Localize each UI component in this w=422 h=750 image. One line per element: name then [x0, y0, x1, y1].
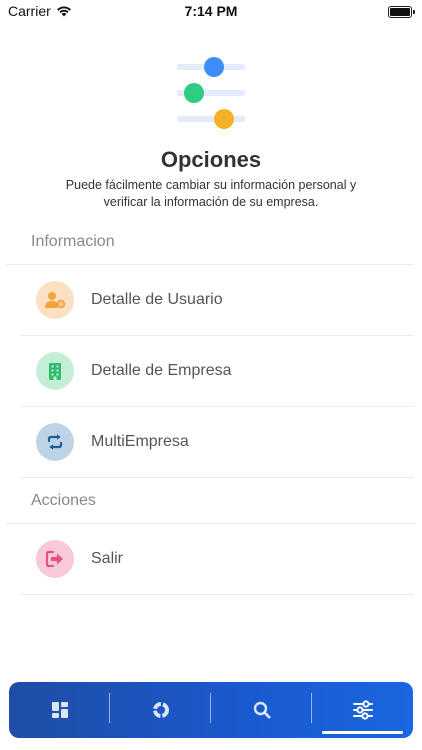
donut-chart-icon — [152, 702, 169, 718]
swap-arrows-icon — [36, 423, 74, 461]
logout-icon — [36, 540, 74, 578]
tab-search[interactable] — [211, 682, 312, 738]
menu-item-user-detail[interactable]: Detalle de Usuario — [20, 265, 414, 335]
active-tab-indicator — [322, 731, 403, 734]
settings-sliders-illustration-icon — [177, 57, 245, 129]
section-title-acciones: Acciones — [31, 492, 96, 509]
battery-icon — [388, 6, 415, 18]
page-subtitle: Puede fácilmente cambiar su información … — [65, 178, 357, 209]
menu-item-multiempresa[interactable]: MultiEmpresa — [20, 407, 414, 477]
menu-item-label: Detalle de Usuario — [91, 291, 223, 308]
menu-item-label: Salir — [91, 550, 124, 567]
item-divider — [20, 594, 414, 595]
tab-dashboard[interactable] — [9, 682, 110, 738]
sliders-icon — [352, 700, 373, 720]
status-time: 7:14 PM — [184, 3, 238, 19]
menu-item-company-detail[interactable]: Detalle de Empresa — [20, 336, 414, 406]
building-icon — [36, 352, 74, 390]
search-icon — [253, 701, 271, 719]
user-gear-icon — [36, 281, 74, 319]
status-bar: Carrier 7:14 PM — [0, 0, 422, 24]
item-divider — [20, 477, 414, 478]
page-title: Opciones — [160, 147, 262, 172]
section-title-informacion: Informacion — [31, 233, 115, 250]
tab-options[interactable] — [312, 682, 413, 738]
menu-item-label: MultiEmpresa — [91, 433, 189, 450]
menu-item-label: Detalle de Empresa — [91, 362, 232, 379]
menu-item-logout[interactable]: Salir — [20, 524, 414, 594]
bottom-tab-bar — [9, 682, 413, 738]
dashboard-grid-icon — [51, 702, 68, 718]
tab-reports[interactable] — [110, 682, 211, 738]
